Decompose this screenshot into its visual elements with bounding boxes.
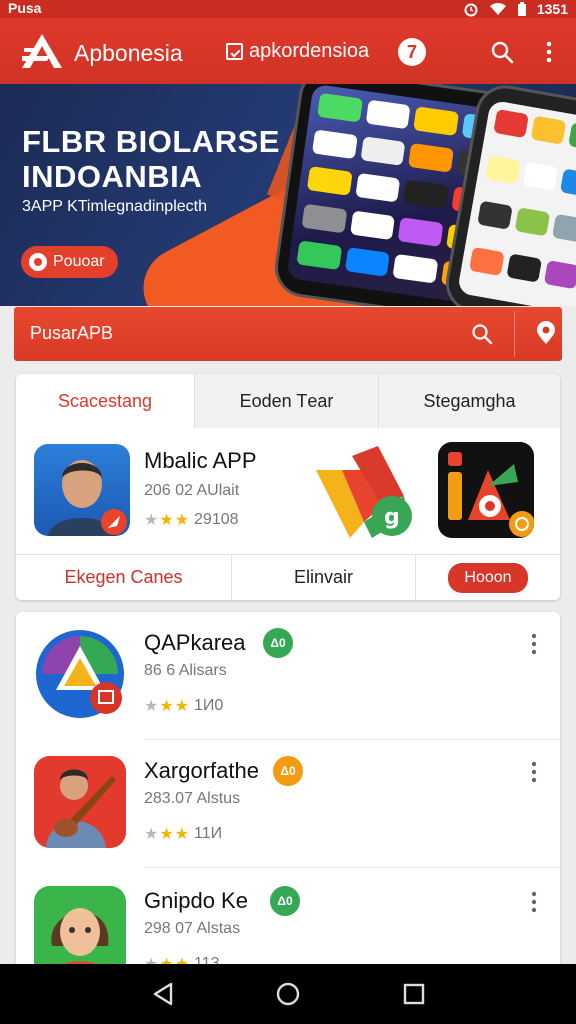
carrier-label: Pusa	[8, 0, 42, 16]
action-link[interactable]: Elinvair	[232, 555, 416, 600]
app-size: 86 6 Alisars	[144, 662, 227, 679]
clock: 1351	[536, 1, 568, 17]
search-input[interactable]: PusarAPB	[30, 323, 113, 344]
promo-banner[interactable]: FLBR BIOLARSE INDOANBIA 3APP KTimlegnadin…	[0, 84, 576, 306]
featured-card: Scacestang Eoden Tеar Stegamgha Mbalic A…	[16, 374, 560, 600]
search-icon[interactable]	[471, 323, 493, 345]
banner-title-line1: FLBR BIOLARSE	[22, 124, 280, 159]
star-rating-icon: ★★★	[144, 698, 191, 715]
app-rating: ★★★ 11И	[144, 824, 222, 844]
search-divider	[514, 311, 515, 357]
app-name: QAPkarea	[144, 630, 246, 655]
tab-categories[interactable]: Stegamgha	[378, 374, 560, 428]
featured-app-icon[interactable]	[34, 444, 130, 536]
app-list: QAPkarea Δ0 86 6 Alisars ★★★ 1И0 Xargorf…	[16, 612, 560, 972]
verified-badge-icon: Δ0	[270, 886, 300, 916]
featured-app-row[interactable]: Mbalic APP 206 02 AUlait ★★★ 29108 g	[16, 428, 560, 554]
checkbox-icon	[226, 43, 243, 60]
banner-subtitle: 3APP KTimlegnadinplecth	[22, 198, 207, 215]
app-rating-count: 1И0	[194, 697, 224, 714]
app-size: 298 07 Alstas	[144, 920, 241, 937]
app-name: Gnipdo Ke	[144, 888, 248, 913]
verified-badge-icon: Δ0	[263, 628, 293, 658]
action-button-wrapper: Hooon	[416, 555, 560, 600]
ia-app-icon[interactable]	[438, 442, 534, 538]
banner-title: FLBR BIOLARSE INDOANBIA	[22, 124, 280, 194]
home-icon[interactable]	[275, 981, 301, 1007]
list-item[interactable]: QAPkarea Δ0 86 6 Alisars ★★★ 1И0	[16, 612, 560, 740]
character-app-icon	[34, 886, 126, 972]
app-brand-title: Apbonesia	[74, 40, 183, 66]
featured-app-subtitle: 206 02 AUlait	[144, 482, 240, 499]
banner-button-label: Pouoar	[53, 253, 105, 270]
back-icon[interactable]	[152, 981, 174, 1007]
more-options-icon[interactable]	[530, 760, 538, 784]
person-avatar-icon	[48, 460, 127, 536]
more-options-icon[interactable]	[530, 632, 538, 656]
list-item[interactable]: Xargorfathe Δ0 283.07 Alstus ★★★ 11И	[16, 740, 560, 868]
app-logo-icon	[22, 34, 62, 68]
featured-app-rating: ★★★ 29108	[144, 510, 239, 530]
app-rating: ★★★ 1И0	[144, 696, 223, 716]
drive-app-icon	[36, 630, 124, 718]
guitar-player-app-icon	[34, 756, 126, 848]
banner-title-line2: INDOANBIA	[22, 159, 203, 194]
notification-badge[interactable]: 7	[398, 38, 426, 66]
app-icon[interactable]	[34, 756, 126, 848]
verified-badge-icon: Δ0	[273, 756, 303, 786]
status-icons: 1351	[463, 0, 568, 18]
status-bar: Pusa 1351	[0, 0, 576, 18]
search-bar[interactable]: PusarAPB	[14, 307, 562, 361]
system-navigation-bar	[0, 964, 576, 1024]
location-pin-icon[interactable]	[535, 321, 557, 345]
more-options-icon[interactable]	[530, 890, 538, 914]
featured-app-title: Mbalic APP	[144, 448, 257, 473]
app-rating-count: 11И	[194, 825, 223, 842]
action-link[interactable]: Ekegen Canes	[16, 555, 232, 600]
app-size: 283.07 Alstus	[144, 790, 241, 807]
app-icon[interactable]	[34, 886, 126, 972]
star-rating-icon: ★★★	[144, 826, 191, 843]
alarm-icon	[464, 3, 478, 17]
wifi-icon	[489, 2, 506, 16]
category-tabs: Scacestang Eoden Tеar Stegamgha	[16, 374, 560, 428]
svg-text:g: g	[384, 505, 400, 530]
battery-icon	[517, 1, 526, 16]
tab-top[interactable]: Eoden Tеar	[194, 374, 378, 428]
featured-app-rating-count: 29108	[194, 511, 239, 528]
app-bar: Apbonesia apkordensioa 7	[0, 18, 576, 84]
app-icon[interactable]	[34, 628, 126, 720]
search-icon[interactable]	[490, 40, 514, 64]
featured-actions: Ekegen Canes Elinvair Hooon	[16, 554, 560, 600]
list-item[interactable]: Gnipdo Ke Δ0 298 07 Alstas ★★★ 113	[16, 870, 560, 972]
location-icon	[29, 253, 47, 271]
app-name: Xargorfathe	[144, 758, 259, 783]
banner-button[interactable]: Pouoar	[21, 246, 118, 278]
recents-icon[interactable]	[403, 981, 425, 1007]
star-rating-icon: ★★★	[144, 512, 191, 529]
tab-featured[interactable]: Scacestang	[16, 374, 194, 428]
install-button[interactable]: Hooon	[448, 562, 528, 593]
divider	[144, 867, 560, 868]
vivid-app-icon[interactable]: g	[312, 442, 416, 542]
url-text: apkordensioa	[249, 40, 370, 62]
url-link[interactable]: apkordensioa	[226, 40, 369, 63]
overflow-menu-icon[interactable]	[544, 40, 554, 64]
